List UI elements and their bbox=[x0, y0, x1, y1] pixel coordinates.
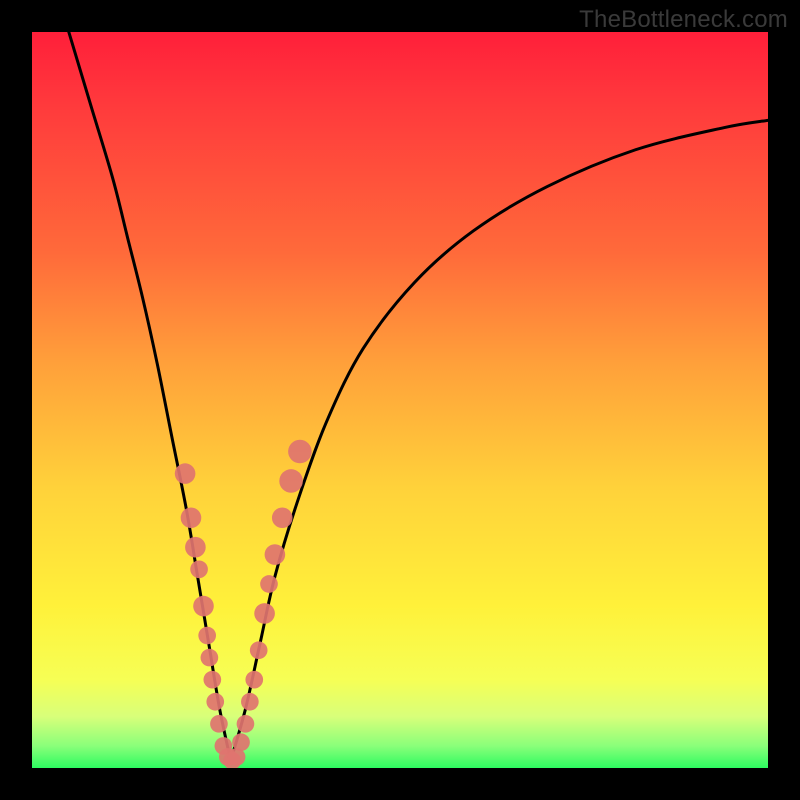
marker-dot bbox=[241, 693, 259, 711]
markers-group bbox=[175, 440, 312, 768]
marker-dot bbox=[210, 715, 228, 733]
marker-dot bbox=[254, 603, 275, 624]
marker-dot bbox=[181, 507, 202, 528]
marker-dot bbox=[250, 641, 268, 659]
watermark-text: TheBottleneck.com bbox=[579, 6, 788, 34]
marker-dot bbox=[206, 693, 224, 711]
marker-dot bbox=[237, 715, 255, 733]
chart-svg bbox=[32, 32, 768, 768]
plot-area bbox=[32, 32, 768, 768]
marker-dot bbox=[232, 733, 250, 751]
marker-dot bbox=[288, 440, 312, 464]
marker-dot bbox=[190, 560, 208, 578]
marker-dot bbox=[203, 671, 221, 689]
marker-dot bbox=[175, 463, 196, 484]
marker-dot bbox=[279, 469, 303, 493]
chart-frame: TheBottleneck.com bbox=[0, 0, 800, 800]
marker-dot bbox=[198, 627, 216, 645]
marker-dot bbox=[245, 671, 263, 689]
curve-group bbox=[69, 32, 768, 761]
marker-dot bbox=[265, 544, 286, 565]
marker-dot bbox=[272, 507, 293, 528]
marker-dot bbox=[185, 537, 206, 558]
marker-dot bbox=[201, 649, 219, 667]
marker-dot bbox=[260, 575, 278, 593]
marker-dot bbox=[193, 596, 214, 617]
curve-right-branch bbox=[231, 120, 768, 760]
